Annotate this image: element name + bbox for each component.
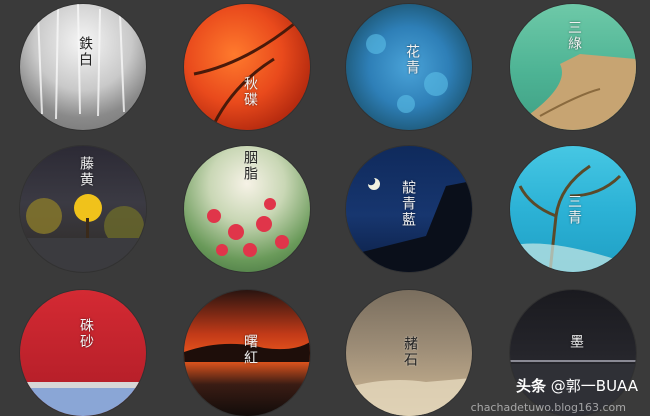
swatch-yan-zhi: 胭脂: [184, 146, 310, 272]
watermark: 头条 @郭一BUAA: [516, 375, 638, 396]
swatch-teng-huang: 藤黄: [20, 146, 146, 272]
swatch-label: 鉄白: [77, 36, 93, 68]
swatch-label: 藤黄: [78, 156, 94, 188]
swatch-label: 三青: [566, 194, 582, 226]
swatch-zhe-shi: 赭石: [346, 290, 472, 416]
swatch-label: 胭脂: [242, 150, 258, 182]
swatch-zhu-sha: 硃砂: [20, 290, 146, 416]
faint-watermark: chachadetuwo.blog163.com: [470, 401, 626, 414]
swatch-label: 花青: [404, 44, 420, 76]
swatch-label: 三綠: [566, 20, 582, 52]
watermark-handle: @郭一BUAA: [550, 377, 638, 395]
swatch-dian-qing-lan: 靛青藍: [346, 146, 472, 272]
swatch-hua-qing: 花青: [346, 4, 472, 130]
swatch-label: 秋碟: [242, 76, 258, 108]
swatch-san-qing: 三青: [510, 146, 636, 272]
watermark-brand: 头条: [515, 377, 546, 395]
swatch-san-lu: 三綠: [510, 4, 636, 130]
swatch-label: 硃砂: [78, 318, 94, 350]
swatch-label: 赭石: [402, 336, 418, 368]
swatch-label: 曙紅: [242, 334, 258, 366]
swatch-qiu-die: 秋碟: [184, 4, 310, 130]
swatch-label: 墨: [568, 334, 584, 350]
swatch-label: 靛青藍: [400, 180, 416, 228]
swatch-shu-hong: 曙紅: [184, 290, 310, 416]
swatch-mo: 墨: [510, 290, 636, 416]
swatch-tie-bai: 鉄白: [20, 4, 146, 130]
color-swatch-grid: 鉄白 秋碟 花青 三綠 藤黄 胭脂 靛青藍 三青 硃砂 曙紅 赭石 墨: [0, 0, 650, 416]
